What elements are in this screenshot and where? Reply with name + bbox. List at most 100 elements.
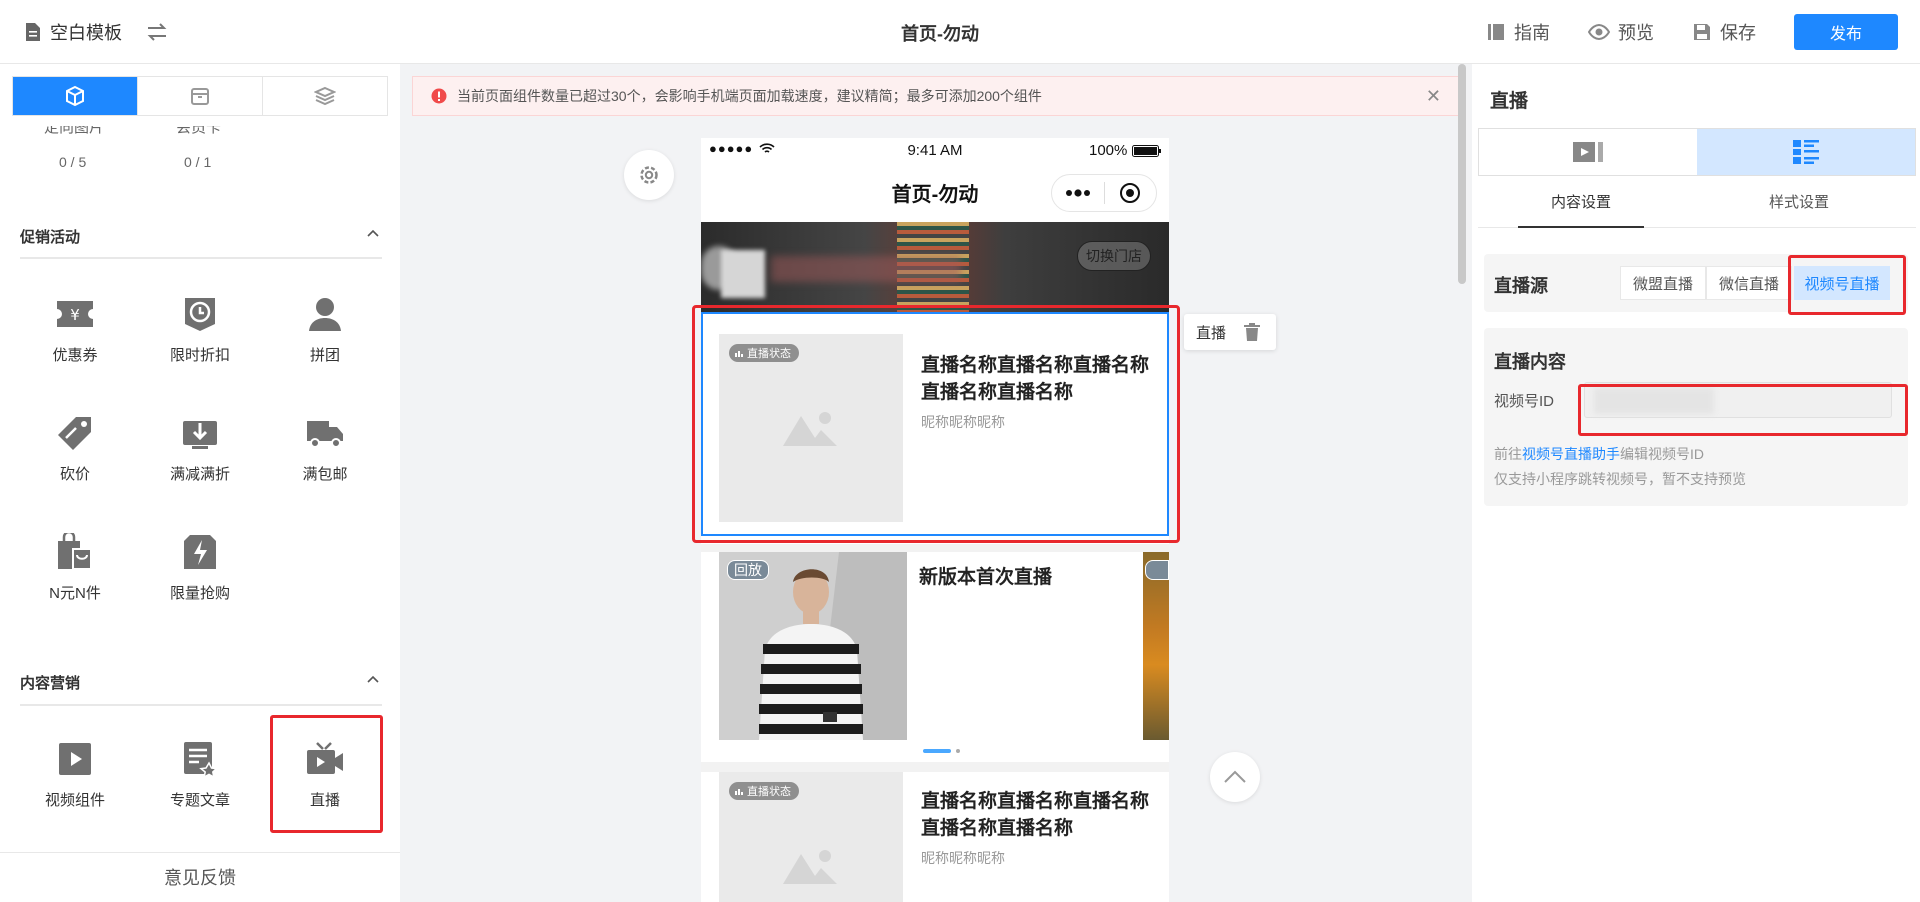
component-label: 满包邮 [302, 466, 348, 483]
status-bar: ●●●●● 9:41 AM 100% [701, 138, 1169, 164]
capsule-menu[interactable] [1051, 174, 1157, 212]
eye-icon [1588, 22, 1610, 42]
live-source-label: 直播源 [1494, 276, 1548, 296]
alert-banner: 当前页面组件数量已超过30个，会影响手机端页面加载速度，建议精简；最多可添加20… [412, 76, 1460, 116]
component-label: 拼团 [309, 347, 340, 364]
component-flash-sale[interactable]: 限量抢购 [150, 530, 250, 603]
scroll-top-button[interactable] [1210, 752, 1260, 802]
list-style-icon [1793, 140, 1819, 164]
component-toolbar-label: 直播 [1196, 324, 1227, 342]
more-dots-icon[interactable] [1052, 189, 1104, 197]
switch-store-button[interactable]: 切换门店 [1077, 241, 1151, 271]
replay-carousel: 回放 新版本首次直播 [701, 552, 1169, 762]
close-icon[interactable]: ✕ [1426, 86, 1441, 107]
clock-tag-icon [178, 292, 222, 336]
people-icon [303, 292, 347, 336]
component-group-buy[interactable]: 拼团 [275, 292, 375, 365]
component-free-shipping[interactable]: 满包邮 [275, 411, 375, 484]
source-option-wechat[interactable]: 微信直播 [1706, 266, 1792, 300]
box-icon [189, 85, 211, 107]
feedback-button[interactable]: 意见反馈 [0, 852, 400, 902]
tab-layers[interactable] [263, 77, 387, 115]
settings-panel: 直播 内容设置 样式设置 直播源 微盟直播 微信直播 视频号直播 直播内容 视频… [1472, 64, 1920, 902]
component-label: 满减满折 [169, 466, 230, 483]
source-option-weimob[interactable]: 微盟直播 [1620, 266, 1706, 300]
component-full-reduction[interactable]: 满减满折 [150, 411, 250, 484]
preview-label: 预览 [1618, 23, 1654, 43]
chevron-up-icon[interactable] [366, 672, 380, 686]
panel-tabs [12, 76, 388, 116]
top-actions: 指南 预览 保存 发布 [1486, 14, 1920, 50]
warning-icon [431, 88, 447, 104]
channel-id-highlight [1578, 384, 1908, 436]
tab-components[interactable] [13, 77, 138, 115]
next-slide-photo[interactable] [1143, 552, 1169, 740]
alert-text: 当前页面组件数量已超过30个，会影响手机端页面加载速度，建议精简；最多可添加20… [457, 88, 1042, 104]
shopping-bags-icon [53, 530, 97, 574]
channels-assistant-link[interactable]: 视频号直播助手 [1522, 446, 1620, 462]
close-target-icon[interactable] [1105, 182, 1157, 204]
video-style-icon [1573, 142, 1603, 162]
component-label: 砍价 [59, 466, 90, 483]
replay-badge: 回放 [727, 560, 769, 580]
layers-icon [314, 85, 336, 107]
tab-list-style[interactable] [1697, 129, 1915, 175]
live-cover-photo[interactable]: 回放 [719, 552, 907, 740]
channel-id-hint: 前往视频号直播助手编辑视频号ID [1494, 442, 1704, 467]
preview-hint: 仅支持小程序跳转视频号，暂不支持预览 [1494, 471, 1746, 487]
truck-icon [303, 411, 347, 455]
chevron-up-icon[interactable] [366, 226, 380, 240]
bars-icon [735, 787, 743, 795]
cube-icon [64, 85, 86, 107]
component-label: 专题文章 [169, 792, 230, 809]
component-label: 限时折扣 [169, 347, 230, 364]
tab-style-settings[interactable]: 样式设置 [1736, 188, 1862, 228]
page-settings-button[interactable] [624, 150, 674, 200]
component-label: 限量抢购 [169, 585, 230, 602]
hint-prefix: 前往 [1494, 446, 1522, 462]
save-icon [1692, 22, 1712, 42]
component-label: N元N件 [49, 585, 101, 602]
content-section-title: 内容营销 [20, 675, 81, 692]
price-tag-icon [53, 411, 97, 455]
tab-templates[interactable] [138, 77, 263, 115]
article-star-icon [178, 737, 222, 781]
live-thumbnail: 直播状态 [719, 772, 903, 902]
live-component-highlight [270, 715, 383, 833]
guide-button[interactable]: 指南 [1486, 19, 1550, 45]
live-status-badge: 直播状态 [729, 782, 799, 800]
lightning-icon [178, 530, 222, 574]
style-tabs [1478, 128, 1916, 176]
component-n-for-n[interactable]: N元N件 [25, 530, 125, 603]
component-coupon[interactable]: ¥ 优惠券 [25, 292, 125, 365]
tab-video-style[interactable] [1479, 129, 1697, 175]
component-limited-discount[interactable]: 限时折扣 [150, 292, 250, 365]
canvas-scrollbar[interactable] [1458, 64, 1466, 284]
live-card-2[interactable]: 直播状态 直播名称直播名称直播名称直播名称直播名称 昵称昵称昵称 [701, 772, 1169, 902]
component-bargain[interactable]: 砍价 [25, 411, 125, 484]
component-count-2: 0 / 1 [184, 154, 212, 170]
selected-component-highlight [692, 305, 1180, 543]
component-label: 视频组件 [44, 792, 105, 809]
video-play-icon [53, 737, 97, 781]
component-toolbar: 直播 [1184, 314, 1276, 350]
blurred-store-name [771, 256, 961, 282]
battery-icon [1132, 145, 1162, 157]
channels-source-highlight [1788, 255, 1906, 315]
publish-button[interactable]: 发布 [1794, 14, 1898, 50]
model-photo [719, 552, 907, 740]
preview-button[interactable]: 预览 [1588, 19, 1654, 45]
settings-tabs: 内容设置 样式设置 [1478, 188, 1916, 228]
mini-program-nav: 首页-勿动 [701, 164, 1169, 222]
save-button[interactable]: 保存 [1692, 19, 1756, 45]
tab-content-settings[interactable]: 内容设置 [1518, 188, 1644, 228]
trash-icon[interactable] [1244, 323, 1261, 341]
partial-label-1: 定向图片 [44, 126, 105, 136]
top-bar: 空白模板 首页-勿动 指南 预览 保存 发布 [0, 0, 1920, 64]
component-count-1: 0 / 5 [59, 154, 87, 170]
partial-component-row: 定向图片 会员卡 [0, 126, 400, 146]
replay-badge-partial [1145, 560, 1169, 580]
component-article[interactable]: 专题文章 [150, 737, 250, 810]
component-video[interactable]: 视频组件 [25, 737, 125, 810]
carousel-indicator[interactable] [923, 748, 963, 754]
